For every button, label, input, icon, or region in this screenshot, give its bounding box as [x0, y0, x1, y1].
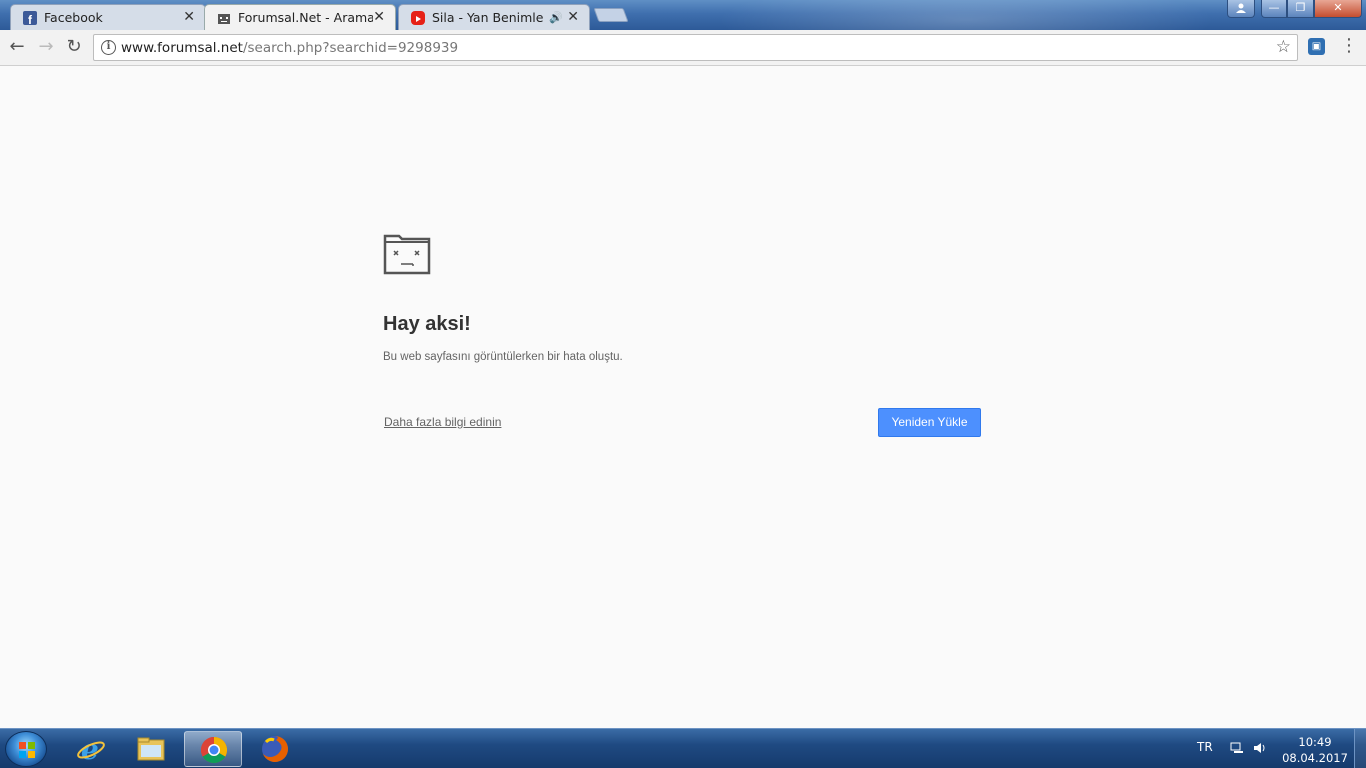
- speaker-icon[interactable]: 🔊: [549, 11, 563, 24]
- tab-title: Forumsal.Net - Arama Sonuçları: [238, 10, 373, 25]
- tab-close-icon[interactable]: ✕: [183, 9, 195, 25]
- tab-forumsal[interactable]: Forumsal.Net - Arama Sonuçları ✕: [204, 4, 396, 30]
- youtube-icon: [411, 11, 425, 25]
- tab-facebook[interactable]: f Facebook ✕: [10, 4, 206, 30]
- new-tab-button[interactable]: [593, 8, 629, 22]
- taskbar-app-firefox[interactable]: [246, 731, 304, 767]
- taskbar-app-internet-explorer[interactable]: e: [62, 731, 120, 767]
- clock-date: 08.04.2017: [1282, 751, 1348, 765]
- profile-button[interactable]: [1227, 0, 1255, 18]
- reload-button[interactable]: Yeniden Yükle: [878, 408, 981, 437]
- back-arrow-icon[interactable]: ←: [6, 36, 28, 58]
- taskbar-app-file-explorer[interactable]: [122, 731, 180, 767]
- address-bar[interactable]: i www.forumsal.net/search.php?searchid=9…: [93, 34, 1298, 61]
- url-path: /search.php?searchid=9298939: [242, 40, 459, 56]
- maximize-button[interactable]: ❐: [1287, 0, 1314, 18]
- error-title: Hay aksi!: [383, 313, 471, 335]
- tab-close-icon[interactable]: ✕: [567, 9, 579, 25]
- sad-folder-icon: [217, 11, 231, 25]
- extension-icon[interactable]: ▣: [1308, 38, 1325, 55]
- taskbar-app-chrome[interactable]: [184, 731, 242, 767]
- sad-folder-icon: [383, 233, 431, 279]
- menu-dots-icon[interactable]: ⋮: [1340, 37, 1358, 55]
- taskbar: e TR 10:49 08.04.2017: [0, 728, 1366, 768]
- bookmark-star-icon[interactable]: ☆: [1276, 37, 1291, 57]
- facebook-icon: f: [23, 11, 37, 27]
- forward-arrow-icon[interactable]: →: [35, 36, 57, 58]
- file-explorer-icon: [136, 734, 166, 764]
- show-desktop-button[interactable]: [1354, 729, 1366, 768]
- close-window-button[interactable]: ✕: [1314, 0, 1362, 18]
- tab-title: Facebook: [44, 10, 103, 25]
- start-button[interactable]: [5, 731, 47, 767]
- svg-text:f: f: [28, 13, 33, 26]
- error-description: Bu web sayfasını görüntülerken bir hata …: [383, 351, 623, 363]
- volume-icon[interactable]: [1253, 742, 1267, 754]
- reload-icon[interactable]: ↻: [63, 36, 85, 58]
- learn-more-link[interactable]: Daha fazla bilgi edinin: [384, 415, 501, 429]
- chrome-icon: [199, 735, 229, 765]
- network-icon[interactable]: [1230, 742, 1244, 754]
- clock[interactable]: 10:49 08.04.2017: [1280, 734, 1350, 766]
- clock-time: 10:49: [1298, 735, 1332, 749]
- tab-youtube[interactable]: Sila - Yan Benimle - YouTube 🔊 ✕: [398, 4, 590, 30]
- windows-logo-icon: [18, 741, 36, 759]
- internet-explorer-icon: e: [76, 733, 106, 766]
- minimize-button[interactable]: —: [1261, 0, 1287, 18]
- url-text[interactable]: www.forumsal.net/search.php?searchid=929…: [121, 40, 458, 56]
- title-bar: f Facebook ✕ Forumsal.Net - Arama Sonuçl…: [0, 0, 1366, 30]
- firefox-icon: [260, 734, 290, 764]
- tab-close-icon[interactable]: ✕: [373, 9, 385, 25]
- browser-toolbar: ← → ↻ i www.forumsal.net/search.php?sear…: [0, 30, 1366, 66]
- info-icon[interactable]: i: [101, 40, 116, 55]
- language-indicator[interactable]: TR: [1197, 740, 1213, 754]
- url-host: www.forumsal.net: [121, 40, 243, 56]
- tab-title: Sila - Yan Benimle - YouTube: [432, 10, 547, 25]
